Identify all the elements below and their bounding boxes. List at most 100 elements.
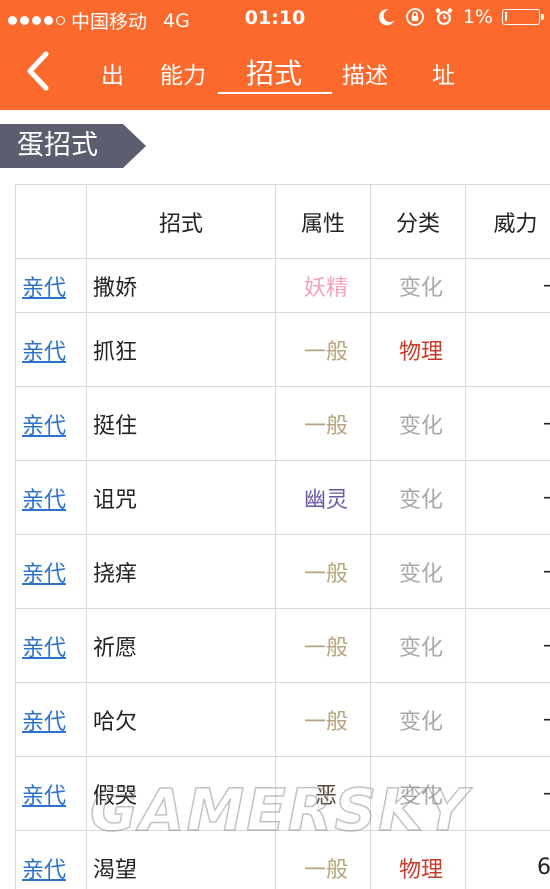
move-name: 祈愿 xyxy=(93,635,138,661)
cell-source: 亲代 xyxy=(15,460,87,535)
move-type: 一般 xyxy=(303,413,348,439)
header-type: 属性 xyxy=(275,184,371,259)
move-name: 挠痒 xyxy=(93,561,138,587)
source-link[interactable]: 亲代 xyxy=(22,340,66,365)
move-type: 一般 xyxy=(303,339,348,365)
cell-source: 亲代 xyxy=(15,386,87,461)
header-source xyxy=(15,184,87,259)
move-name: 渴望 xyxy=(93,857,138,883)
cell-move: 假哭 xyxy=(86,756,276,831)
cell-power: 60 xyxy=(465,830,550,889)
do-not-disturb-moon-icon xyxy=(378,9,395,26)
orientation-lock-icon xyxy=(405,8,424,26)
move-category: 变化 xyxy=(398,561,443,587)
chevron-left-icon xyxy=(27,51,49,91)
move-category: 变化 xyxy=(398,487,443,513)
move-name: 诅咒 xyxy=(93,487,138,513)
cell-source: 亲代 xyxy=(15,608,87,683)
cell-move: 挠痒 xyxy=(86,534,276,609)
move-power: 60 xyxy=(537,855,550,880)
move-category: 物理 xyxy=(398,339,443,365)
cell-category: 物理 xyxy=(370,830,466,889)
cell-type: 一般 xyxy=(275,534,371,609)
cell-type: 一般 xyxy=(275,830,371,889)
alarm-clock-icon xyxy=(435,8,453,25)
cell-category: 变化 xyxy=(370,682,466,757)
source-link[interactable]: 亲代 xyxy=(22,276,66,301)
table-row: 亲代 挺住 一般 变化 — xyxy=(15,386,550,461)
cell-source: 亲代 xyxy=(15,830,87,889)
source-link[interactable]: 亲代 xyxy=(22,858,66,883)
source-link[interactable]: 亲代 xyxy=(22,414,66,439)
table-row: 亲代 祈愿 一般 变化 — xyxy=(15,608,550,683)
cell-power: — xyxy=(465,534,550,609)
move-type: 一般 xyxy=(303,709,348,735)
tab-partial-right[interactable]: 址 xyxy=(432,56,455,90)
table-row: 亲代 渴望 一般 物理 60 xyxy=(15,830,550,889)
source-link[interactable]: 亲代 xyxy=(22,784,66,809)
move-type: 恶 xyxy=(314,783,337,809)
cell-power: — xyxy=(465,756,550,831)
cell-move: 撒娇 xyxy=(86,258,276,313)
status-right: 1% xyxy=(378,6,544,28)
source-link[interactable]: 亲代 xyxy=(22,562,66,587)
section-label-egg-moves: 蛋招式 xyxy=(0,124,146,168)
cell-category: 变化 xyxy=(370,386,466,461)
cell-source: 亲代 xyxy=(15,312,87,387)
cell-move: 祈愿 xyxy=(86,608,276,683)
cell-move: 哈欠 xyxy=(86,682,276,757)
move-type: 一般 xyxy=(303,857,348,883)
move-name: 挺住 xyxy=(93,413,138,439)
cell-category: 变化 xyxy=(370,608,466,683)
table-row: 亲代 挠痒 一般 变化 — xyxy=(15,534,550,609)
header-move: 招式 xyxy=(86,184,276,259)
move-power: — xyxy=(543,781,550,806)
tab-partial-left[interactable]: 出 xyxy=(101,56,124,90)
move-type: 一般 xyxy=(303,635,348,661)
cell-type: 一般 xyxy=(275,386,371,461)
source-link[interactable]: 亲代 xyxy=(22,488,66,513)
tab-abilities[interactable]: 能力 xyxy=(160,56,206,90)
egg-moves-table-container[interactable]: 招式 属性 分类 威力 亲代撒娇妖精变化—亲代抓狂一般物理1亲代挺住一般变化—亲… xyxy=(0,184,550,889)
move-type: 幽灵 xyxy=(303,487,348,513)
move-power: — xyxy=(543,273,550,298)
header-power: 威力 xyxy=(465,184,550,259)
table-row: 亲代 假哭 恶 变化 — xyxy=(15,756,550,831)
cell-category: 变化 xyxy=(370,534,466,609)
battery-percent: 1% xyxy=(462,6,493,28)
cell-type: 一般 xyxy=(275,608,371,683)
cell-type: 幽灵 xyxy=(275,460,371,535)
table-row: 亲代 诅咒 幽灵 变化 — xyxy=(15,460,550,535)
tab-moves[interactable]: 招式 xyxy=(246,52,302,92)
cell-type: 妖精 xyxy=(275,258,371,313)
move-category: 物理 xyxy=(398,857,443,883)
cell-power: — xyxy=(465,682,550,757)
move-category: 变化 xyxy=(398,635,443,661)
source-link[interactable]: 亲代 xyxy=(22,710,66,735)
back-button[interactable] xyxy=(20,48,60,94)
move-category: 变化 xyxy=(398,275,443,301)
cell-source: 亲代 xyxy=(15,258,87,313)
cell-type: 一般 xyxy=(275,682,371,757)
cell-source: 亲代 xyxy=(15,534,87,609)
move-name: 抓狂 xyxy=(93,339,138,365)
tab-description[interactable]: 描述 xyxy=(342,56,388,90)
cell-type: 恶 xyxy=(275,756,371,831)
move-power: — xyxy=(543,707,550,732)
table-row: 亲代 哈欠 一般 变化 — xyxy=(15,682,550,757)
cell-category: 变化 xyxy=(370,460,466,535)
table-header-row: 招式 属性 分类 威力 xyxy=(15,184,550,259)
cell-move: 渴望 xyxy=(86,830,276,889)
cell-power: — xyxy=(465,386,550,461)
move-category: 变化 xyxy=(398,783,443,809)
move-power: — xyxy=(543,485,550,510)
battery-icon xyxy=(502,9,544,25)
cell-source: 亲代 xyxy=(15,682,87,757)
header-category: 分类 xyxy=(370,184,466,259)
move-power: — xyxy=(543,633,550,658)
source-link[interactable]: 亲代 xyxy=(22,636,66,661)
cell-type: 一般 xyxy=(275,312,371,387)
egg-moves-table: 招式 属性 分类 威力 亲代撒娇妖精变化—亲代抓狂一般物理1亲代挺住一般变化—亲… xyxy=(15,184,550,889)
move-category: 变化 xyxy=(398,413,443,439)
move-power: — xyxy=(543,411,550,436)
